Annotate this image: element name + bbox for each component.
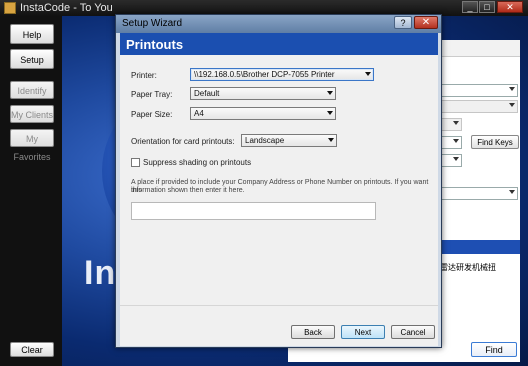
- minimize-button[interactable]: _: [462, 1, 478, 13]
- paper-size-select[interactable]: A4: [190, 107, 336, 120]
- chevron-down-icon: [453, 157, 459, 161]
- orientation-label: Orientation for card printouts:: [131, 137, 235, 146]
- chevron-down-icon: [327, 91, 333, 95]
- help-icon[interactable]: ?: [394, 16, 412, 29]
- back-button[interactable]: Back: [291, 325, 335, 339]
- company-info-input[interactable]: [131, 202, 376, 220]
- suppress-shading-label: Suppress shading on printouts: [143, 158, 252, 167]
- printer-label: Printer:: [131, 71, 157, 80]
- paper-size-label: Paper Size:: [131, 110, 173, 119]
- identify-key-button[interactable]: Identify Key: [10, 81, 54, 114]
- help-button[interactable]: Help: [10, 24, 54, 44]
- chevron-down-icon: [453, 139, 459, 143]
- logo-text-fragment: In: [84, 254, 117, 292]
- next-button[interactable]: Next: [341, 325, 385, 339]
- paper-tray-select[interactable]: Default: [190, 87, 336, 100]
- find-button[interactable]: Find: [471, 342, 517, 357]
- chevron-down-icon: [328, 138, 334, 142]
- main-combo-2[interactable]: [440, 100, 518, 113]
- setup-wizard-dialog: Setup Wizard ? ✕ Printouts Printer: \\19…: [115, 14, 442, 348]
- app-icon: [4, 2, 16, 14]
- paper-size-value: A4: [194, 109, 204, 118]
- dialog-body: Printer: \\192.168.0.5\Brother DCP-7055 …: [120, 55, 438, 305]
- my-clients-button[interactable]: My Clients: [10, 105, 54, 123]
- printer-value: \\192.168.0.5\Brother DCP-7055 Printer: [194, 70, 335, 79]
- result-text: 雷达研发机械扭: [440, 263, 496, 272]
- dialog-footer: Back Next Cancel: [120, 305, 438, 346]
- chevron-down-icon: [453, 121, 459, 125]
- paper-tray-label: Paper Tray:: [131, 90, 173, 99]
- printer-select[interactable]: \\192.168.0.5\Brother DCP-7055 Printer: [190, 68, 374, 81]
- info-text-line-2: information shown then enter it here.: [131, 187, 245, 194]
- find-keys-button[interactable]: Find Keys: [471, 135, 519, 149]
- orientation-value: Landscape: [245, 136, 285, 145]
- main-combo-3[interactable]: [440, 118, 462, 131]
- cancel-button[interactable]: Cancel: [391, 325, 435, 339]
- dialog-title: Setup Wizard: [122, 18, 183, 29]
- chevron-down-icon: [509, 103, 515, 107]
- dialog-header: Printouts: [120, 33, 438, 55]
- dialog-heading: Printouts: [126, 37, 184, 52]
- dialog-title-bar: Setup Wizard ? ✕: [116, 15, 441, 33]
- main-combo-1[interactable]: [440, 84, 518, 97]
- chevron-down-icon: [509, 87, 515, 91]
- my-favorites-button[interactable]: My Favorites: [10, 129, 54, 162]
- chevron-down-icon: [327, 111, 333, 115]
- close-button[interactable]: ✕: [497, 1, 523, 13]
- setup-button[interactable]: Setup: [10, 49, 54, 69]
- chevron-down-icon: [365, 72, 371, 76]
- main-combo-5[interactable]: [440, 154, 462, 167]
- suppress-shading-checkbox[interactable]: [131, 158, 140, 167]
- dialog-close-button[interactable]: ✕: [414, 16, 438, 29]
- maximize-button[interactable]: □: [479, 1, 495, 13]
- main-combo-6[interactable]: [440, 187, 518, 200]
- clear-button[interactable]: Clear: [10, 342, 54, 357]
- chevron-down-icon: [509, 190, 515, 194]
- main-window-title: InstaCode - To You: [20, 2, 113, 14]
- paper-tray-value: Default: [194, 89, 220, 98]
- main-combo-4[interactable]: [440, 136, 462, 149]
- orientation-select[interactable]: Landscape: [241, 134, 337, 147]
